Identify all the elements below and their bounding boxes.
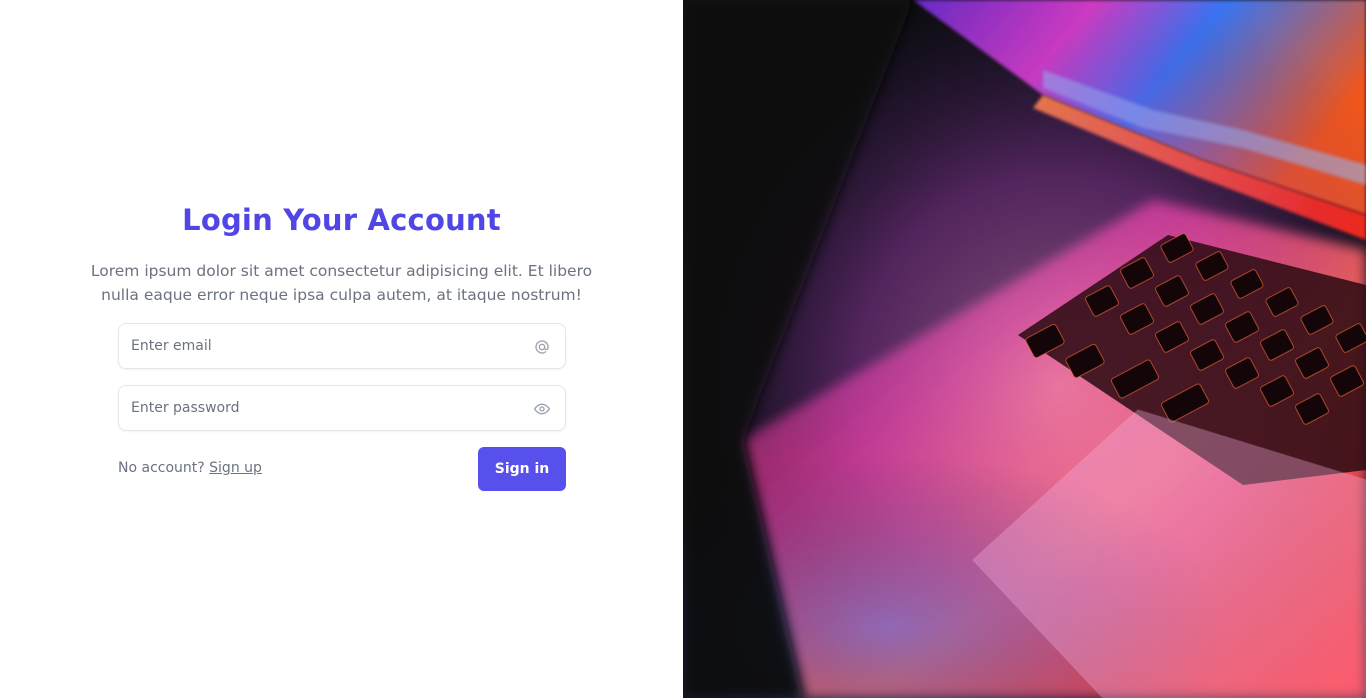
signup-link[interactable]: Sign up: [209, 460, 262, 476]
at-icon: [533, 338, 551, 356]
no-account-text: No account?: [118, 460, 205, 476]
eye-icon[interactable]: [533, 400, 551, 418]
email-field-wrapper: [118, 323, 566, 369]
laptop-illustration: [683, 0, 1366, 698]
page-title: Login Your Account: [182, 203, 501, 237]
login-description: Lorem ipsum dolor sit amet consectetur a…: [90, 262, 593, 304]
login-panel: Login Your Account Lorem ipsum dolor sit…: [0, 0, 683, 698]
signup-prompt: No account? Sign up: [118, 460, 262, 476]
email-input[interactable]: [119, 324, 565, 368]
hero-image: [683, 0, 1366, 698]
signin-button[interactable]: Sign in: [478, 447, 566, 491]
password-input[interactable]: [119, 386, 565, 430]
password-field-wrapper: [118, 385, 566, 431]
